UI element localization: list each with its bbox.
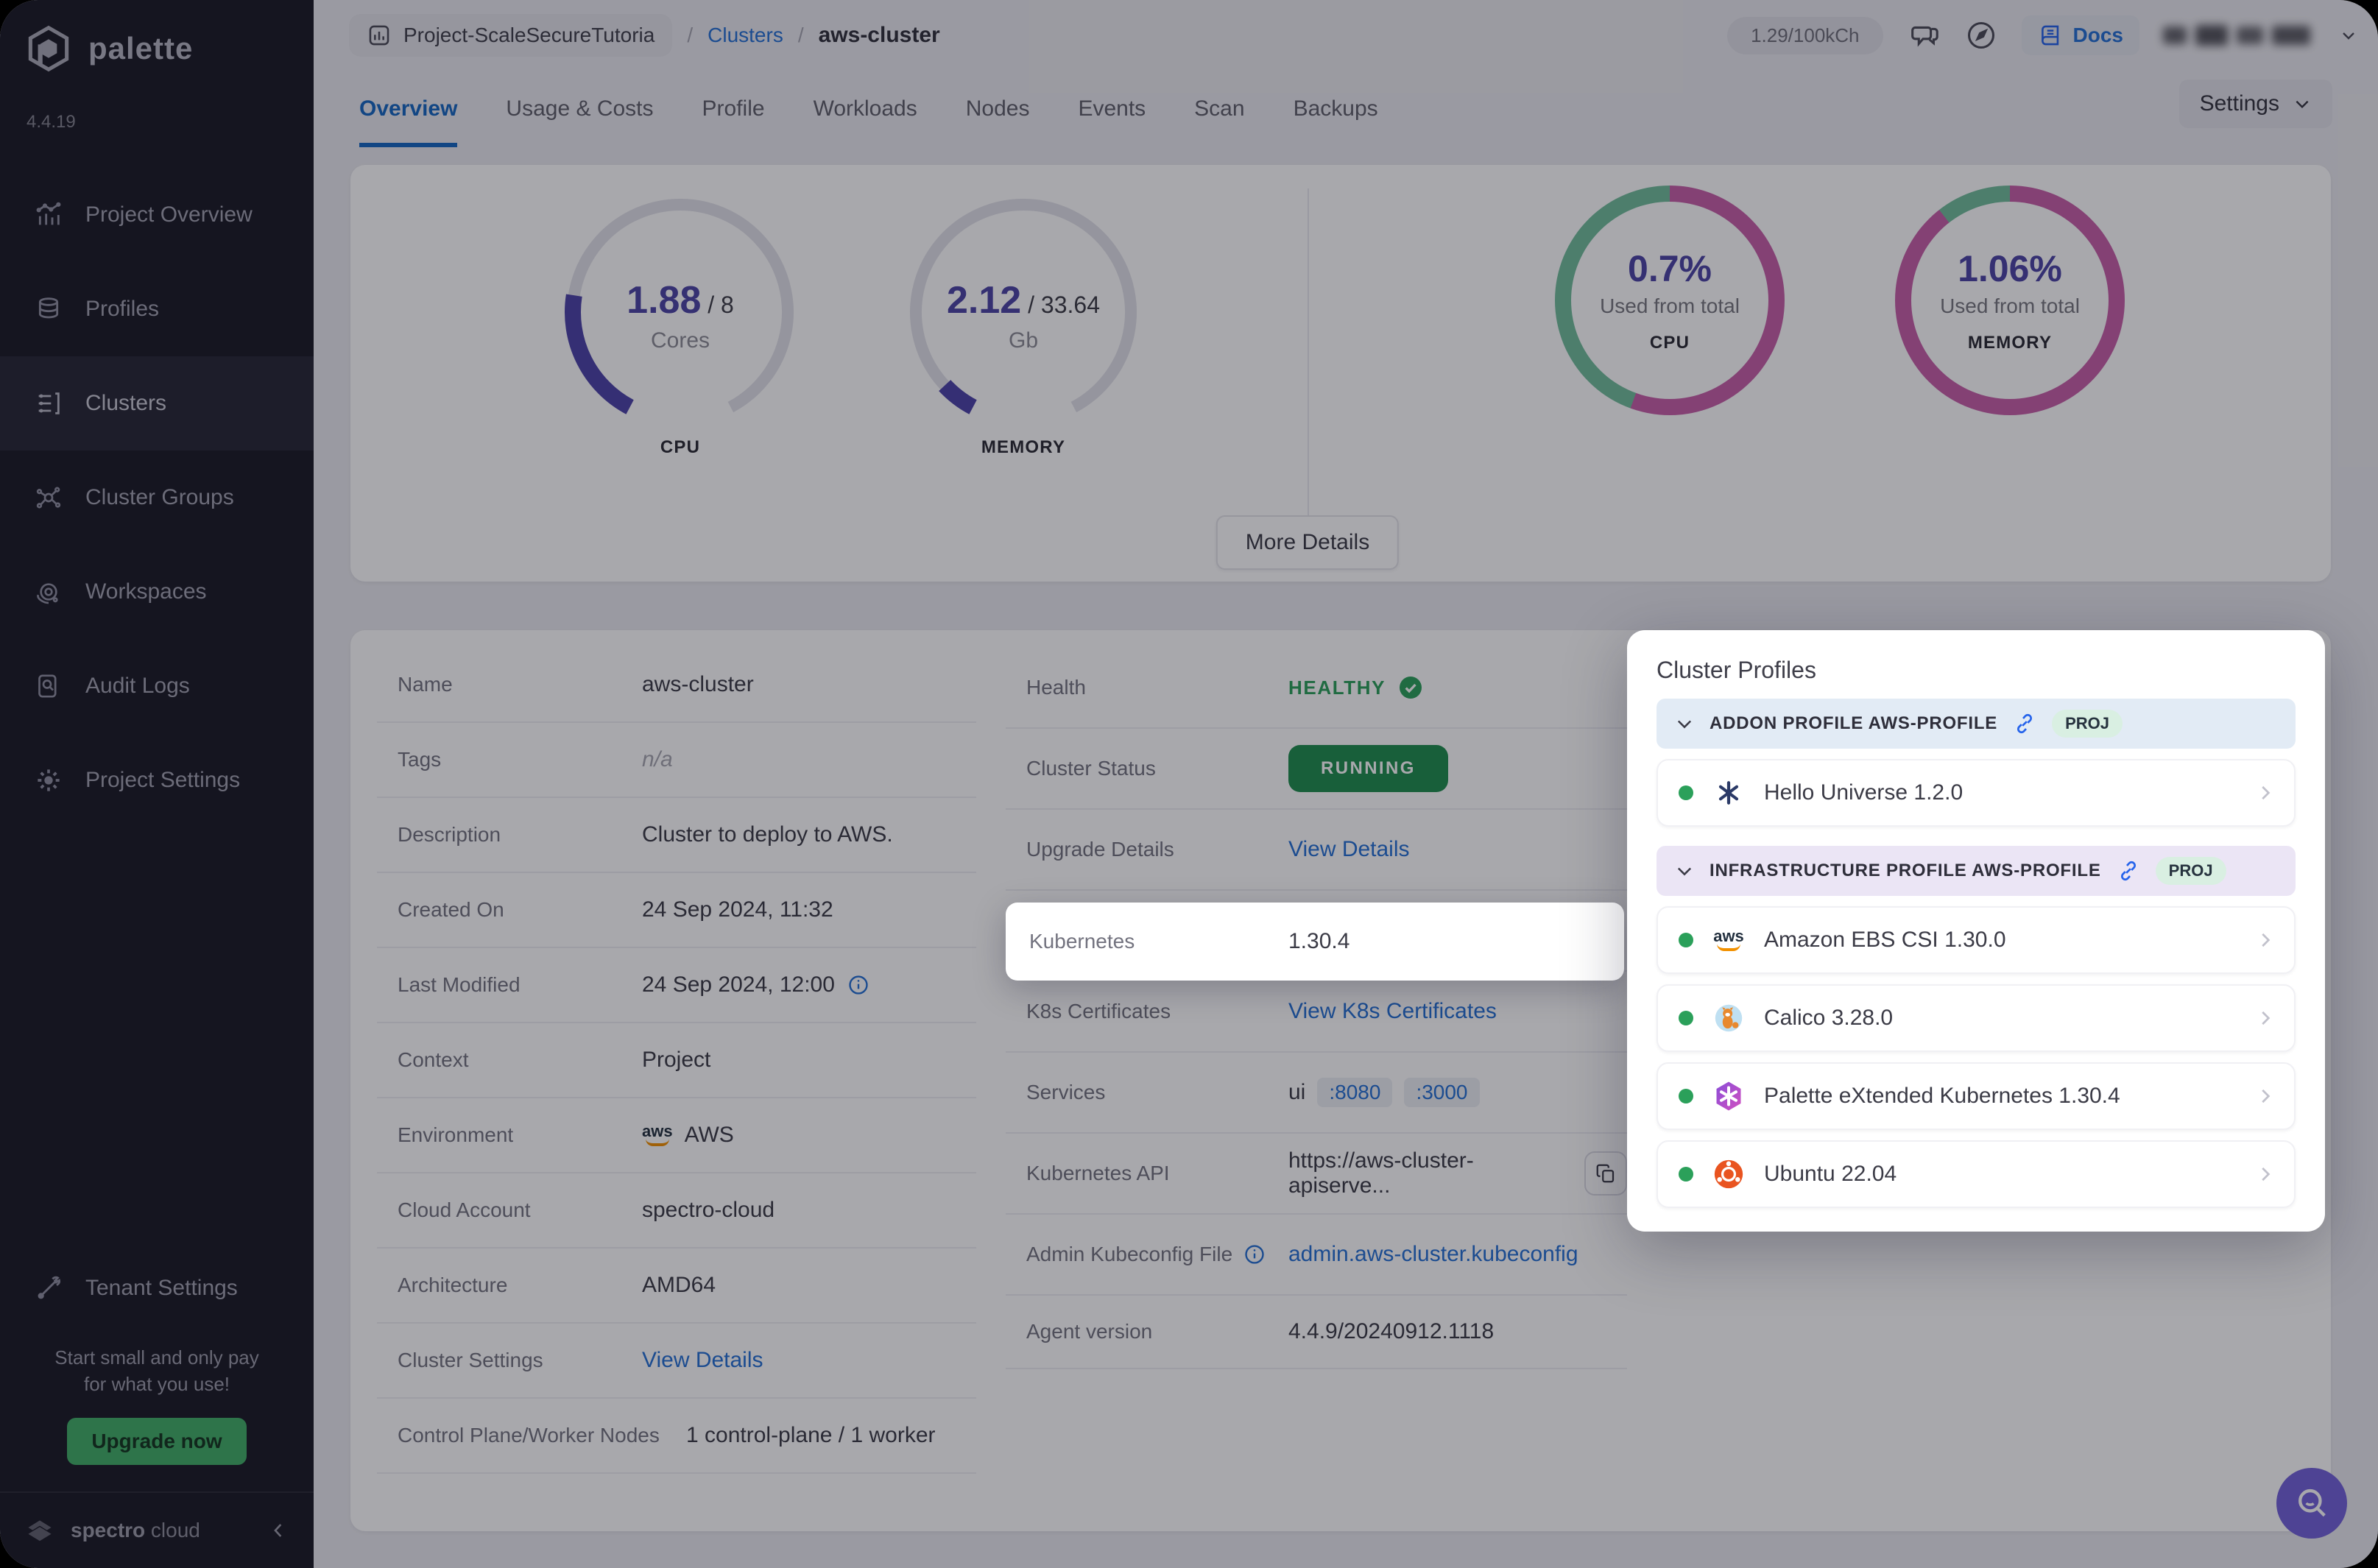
chevron-right-icon	[2254, 929, 2276, 951]
profile-layer-hello-universe[interactable]: Hello Universe 1.2.0	[1657, 759, 2296, 827]
popup-title: Cluster Profiles	[1657, 657, 1816, 683]
chevron-right-icon	[2254, 1163, 2276, 1185]
link-icon[interactable]	[2012, 711, 2037, 736]
status-dot-green	[1679, 1011, 1693, 1025]
ubuntu-icon	[1711, 1156, 1746, 1192]
hello-universe-icon	[1711, 775, 1746, 811]
calico-icon	[1711, 1000, 1746, 1036]
chevron-down-icon	[1674, 713, 1695, 734]
app-window: palette 4.4.19 Project Overview Profiles…	[0, 0, 2378, 1568]
status-dot-green	[1679, 785, 1693, 800]
proj-scope-badge: PROJ	[2052, 710, 2123, 738]
profile-layer-palette-extended-kubernetes[interactable]: Palette eXtended Kubernetes 1.30.4	[1657, 1062, 2296, 1130]
kubernetes-highlight-row[interactable]: Kubernetes 1.30.4	[1006, 903, 1624, 981]
profile-layer-amazon-ebs-csi[interactable]: aws Amazon EBS CSI 1.30.0	[1657, 906, 2296, 974]
status-dot-green	[1679, 1089, 1693, 1103]
pxk-icon	[1711, 1078, 1746, 1114]
profile-layer-calico[interactable]: Calico 3.28.0	[1657, 984, 2296, 1052]
chevron-down-icon	[1674, 861, 1695, 881]
chevron-right-icon	[2254, 1007, 2276, 1029]
profile-layer-ubuntu[interactable]: Ubuntu 22.04	[1657, 1140, 2296, 1208]
link-icon[interactable]	[2116, 858, 2141, 883]
chevron-right-icon	[2254, 782, 2276, 804]
proj-scope-badge: PROJ	[2155, 857, 2226, 885]
infrastructure-profile-section-header[interactable]: INFRASTRUCTURE PROFILE AWS-PROFILE PROJ	[1657, 846, 2296, 896]
cluster-profiles-popup: Cluster Profiles ADDON PROFILE AWS-PROFI…	[1627, 630, 2325, 1232]
status-dot-green	[1679, 1167, 1693, 1182]
chevron-right-icon	[2254, 1085, 2276, 1107]
addon-profile-section-header[interactable]: ADDON PROFILE AWS-PROFILE PROJ	[1657, 699, 2296, 749]
status-dot-green	[1679, 933, 1693, 947]
aws-logo-icon: aws	[1711, 922, 1746, 958]
